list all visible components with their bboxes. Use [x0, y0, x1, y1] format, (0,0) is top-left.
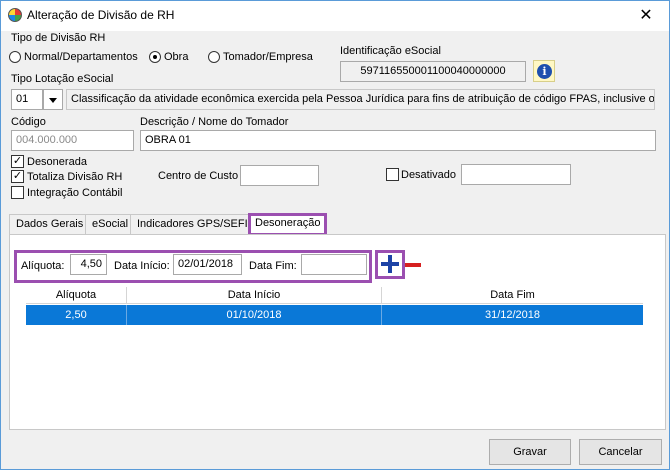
dialog-window: Alteração de Divisão de RH ✕ Tipo de Div… — [0, 0, 670, 470]
window-title: Alteração de Divisão de RH — [27, 8, 175, 22]
close-icon[interactable]: ✕ — [623, 1, 669, 31]
codigo-field[interactable]: 004.000.000 — [11, 130, 134, 151]
cancelar-button[interactable]: Cancelar — [579, 439, 662, 465]
desativado-field[interactable] — [461, 164, 571, 185]
column-data-fim[interactable]: Data Fim — [382, 287, 643, 304]
info-button[interactable]: i — [533, 60, 555, 82]
tab-esocial[interactable]: eSocial — [85, 214, 136, 235]
cell-aliquota: 2,50 — [26, 305, 127, 325]
tipo-divisao-label: Tipo de Divisão RH — [11, 32, 106, 44]
descricao-field[interactable]: OBRA 01 — [140, 130, 656, 151]
desonerada-label[interactable]: Desonerada — [27, 156, 87, 168]
desativado-label[interactable]: Desativado — [401, 169, 456, 181]
title-bar: Alteração de Divisão de RH ✕ — [1, 1, 669, 31]
column-data-inicio[interactable]: Data Início — [127, 287, 382, 304]
add-plus-icon[interactable] — [380, 254, 400, 274]
identificacao-value: 597116550001100040000000 — [340, 61, 526, 82]
integracao-label[interactable]: Integração Contábil — [27, 187, 122, 199]
codigo-label: Código — [11, 116, 46, 128]
tab-desoneracao[interactable]: Desoneração — [248, 213, 328, 236]
app-logo-icon — [8, 8, 22, 22]
radio-tomador-label[interactable]: Tomador/Empresa — [223, 51, 313, 63]
tipo-lotacao-label: Tipo Lotação eSocial — [11, 73, 114, 85]
data-fim-field[interactable] — [301, 254, 367, 275]
centro-custo-label: Centro de Custo — [158, 170, 239, 182]
cell-data-fim: 31/12/2018 — [484, 309, 541, 321]
radio-normal[interactable] — [9, 51, 21, 63]
centro-custo-field[interactable] — [240, 165, 319, 186]
desativado-checkbox[interactable] — [386, 168, 399, 181]
data-inicio-label: Data Início: — [114, 260, 170, 272]
cell-data-inicio: 01/10/2018 — [127, 305, 382, 325]
tab-indicadores[interactable]: Indicadores GPS/SEFIP — [130, 214, 262, 235]
radio-obra-label[interactable]: Obra — [164, 51, 188, 63]
desoneracao-table: Alíquota Data Início Data Fim 2,50 01/10… — [26, 287, 643, 417]
table-row[interactable]: 2,50 01/10/2018 31/12/2018 — [26, 305, 643, 325]
chevron-down-icon[interactable] — [43, 89, 63, 110]
tipo-lotacao-description: Classificação da atividade econômica exe… — [66, 89, 655, 110]
radio-obra[interactable] — [149, 51, 161, 63]
remove-minus-icon[interactable] — [405, 263, 421, 267]
descricao-label: Descrição / Nome do Tomador — [140, 116, 289, 128]
data-inicio-field[interactable]: 02/01/2018 — [173, 254, 242, 275]
tipo-lotacao-select[interactable]: 01 — [11, 89, 43, 110]
totaliza-checkbox[interactable]: ✓ — [11, 170, 24, 183]
aliquota-label: Alíquota: — [21, 260, 65, 272]
data-fim-label: Data Fim: — [249, 260, 297, 272]
table-header: Alíquota Data Início Data Fim — [26, 287, 643, 304]
gravar-button[interactable]: Gravar — [489, 439, 571, 465]
column-aliquota[interactable]: Alíquota — [26, 287, 127, 304]
identificacao-label: Identificação eSocial — [340, 45, 441, 57]
totaliza-label[interactable]: Totaliza Divisão RH — [27, 171, 122, 183]
radio-normal-label[interactable]: Normal/Departamentos — [24, 51, 138, 63]
integracao-checkbox[interactable] — [11, 186, 24, 199]
desonerada-checkbox[interactable]: ✓ — [11, 155, 24, 168]
radio-tomador[interactable] — [208, 51, 220, 63]
info-icon: i — [537, 64, 552, 79]
tab-dados-gerais[interactable]: Dados Gerais — [9, 214, 91, 235]
aliquota-field[interactable]: 4,50 — [70, 254, 107, 275]
